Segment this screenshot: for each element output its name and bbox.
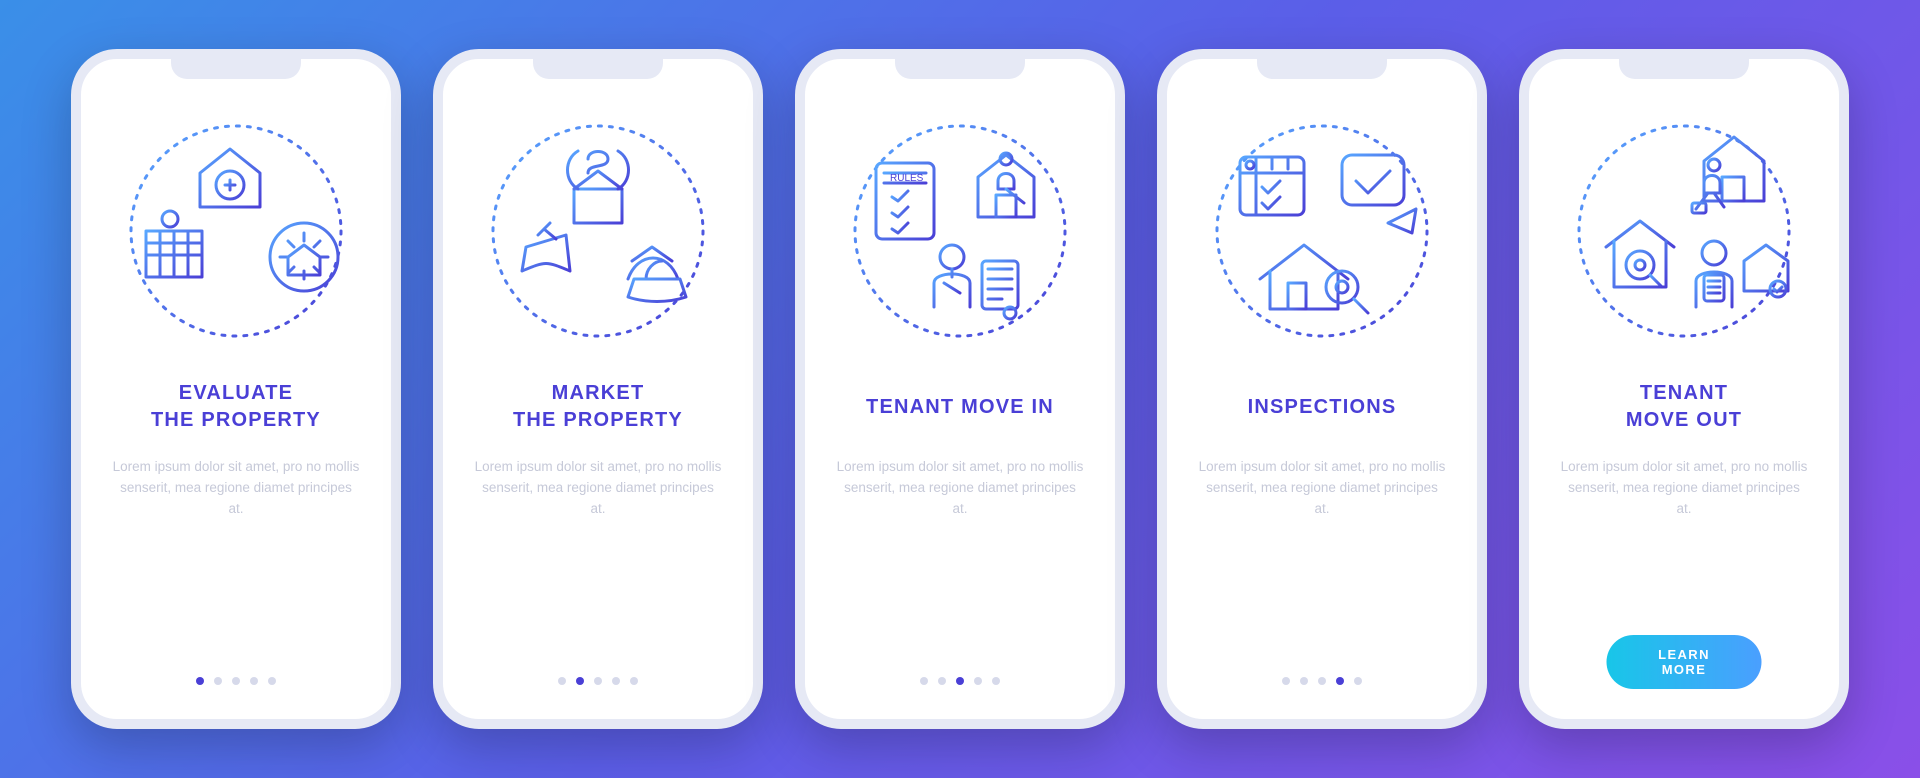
screen-description: Lorem ipsum dolor sit amet, pro no molli… <box>1197 457 1447 520</box>
phone-notch <box>895 57 1025 79</box>
screen-title: INSPECTIONS <box>1248 379 1397 435</box>
learn-more-button[interactable]: LEARN MORE <box>1607 635 1762 689</box>
phone-notch <box>533 57 663 79</box>
dot[interactable] <box>250 677 258 685</box>
dot[interactable] <box>594 677 602 685</box>
svg-text:RULES: RULES <box>890 173 924 184</box>
page-indicator <box>196 677 276 685</box>
dot[interactable] <box>196 677 204 685</box>
phone-mockup: INSPECTIONS Lorem ipsum dolor sit amet, … <box>1157 49 1487 729</box>
tenant-move-in-icon: RULES <box>840 111 1080 351</box>
dot[interactable] <box>576 677 584 685</box>
screen-title: MARKET THE PROPERTY <box>513 379 683 435</box>
dot[interactable] <box>558 677 566 685</box>
dot[interactable] <box>1336 677 1344 685</box>
dot[interactable] <box>1354 677 1362 685</box>
phone-mockup: MARKET THE PROPERTY Lorem ipsum dolor si… <box>433 49 763 729</box>
dot[interactable] <box>1282 677 1290 685</box>
page-indicator <box>920 677 1000 685</box>
dot[interactable] <box>232 677 240 685</box>
phone-mockup: EVALUATE THE PROPERTY Lorem ipsum dolor … <box>71 49 401 729</box>
dot[interactable] <box>938 677 946 685</box>
screen-description: Lorem ipsum dolor sit amet, pro no molli… <box>835 457 1085 520</box>
phone-notch <box>1619 57 1749 79</box>
dot[interactable] <box>1318 677 1326 685</box>
dot[interactable] <box>920 677 928 685</box>
dot[interactable] <box>1300 677 1308 685</box>
dot[interactable] <box>974 677 982 685</box>
dot[interactable] <box>992 677 1000 685</box>
onboarding-row: EVALUATE THE PROPERTY Lorem ipsum dolor … <box>71 49 1849 729</box>
phone-mockup: RULES TENANT MOVE IN Lorem ipsum dolor s… <box>795 49 1125 729</box>
dot[interactable] <box>214 677 222 685</box>
dot[interactable] <box>630 677 638 685</box>
dot[interactable] <box>956 677 964 685</box>
dot[interactable] <box>268 677 276 685</box>
screen-description: Lorem ipsum dolor sit amet, pro no molli… <box>1559 457 1809 520</box>
screen-title: TENANT MOVE IN <box>866 379 1054 435</box>
screen-title: EVALUATE THE PROPERTY <box>151 379 321 435</box>
page-indicator <box>558 677 638 685</box>
phone-mockup: TENANT MOVE OUT Lorem ipsum dolor sit am… <box>1519 49 1849 729</box>
dot[interactable] <box>612 677 620 685</box>
screen-title: TENANT MOVE OUT <box>1626 379 1742 435</box>
phone-notch <box>171 57 301 79</box>
screen-description: Lorem ipsum dolor sit amet, pro no molli… <box>473 457 723 520</box>
page-indicator <box>1282 677 1362 685</box>
evaluate-property-icon <box>116 111 356 351</box>
tenant-move-out-icon <box>1564 111 1804 351</box>
inspections-icon <box>1202 111 1442 351</box>
phone-notch <box>1257 57 1387 79</box>
market-property-icon <box>478 111 718 351</box>
screen-description: Lorem ipsum dolor sit amet, pro no molli… <box>111 457 361 520</box>
